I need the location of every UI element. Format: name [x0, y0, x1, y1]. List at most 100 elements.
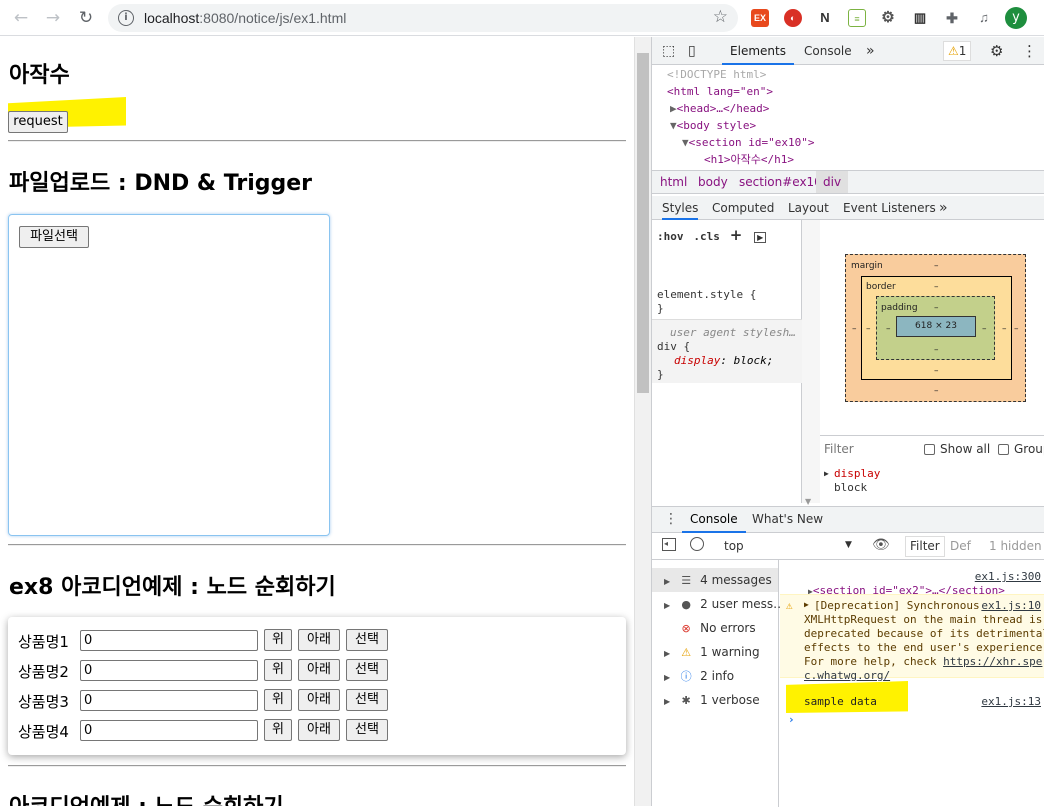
sidebar-item-verbose[interactable]: ▶ ✱ 1 verbose	[664, 690, 760, 710]
product-input[interactable]: 0	[80, 660, 258, 681]
scroll-down-icon[interactable]: ▼	[805, 497, 811, 506]
back-icon[interactable]: ←	[10, 7, 32, 29]
move-up-button[interactable]: 위	[264, 719, 292, 741]
live-expression-eye-icon[interactable]: 👁	[872, 537, 890, 553]
move-down-button[interactable]: 아래	[298, 629, 340, 651]
more-tabs-icon[interactable]: »	[866, 37, 875, 65]
dom-head-node[interactable]: ▶<head>…</head>	[670, 100, 769, 117]
select-button[interactable]: 선택	[346, 719, 388, 741]
group-label: Group	[1014, 442, 1044, 456]
sidebar-item-warnings[interactable]: ▶ ⚠ 1 warning	[664, 642, 760, 662]
tab-elements[interactable]: Elements	[722, 37, 794, 65]
tab-whats-new[interactable]: What's New	[752, 507, 823, 531]
breadcrumb-body[interactable]: body	[698, 171, 728, 193]
breadcrumb-div[interactable]: div	[816, 171, 849, 193]
log-source-link[interactable]: ex1.js:13	[981, 695, 1041, 708]
reload-icon[interactable]: ↻	[75, 7, 97, 29]
collapse-triangle-icon[interactable]: ▼	[670, 119, 677, 132]
xhr-spec-link[interactable]: https://xhr.spe	[943, 655, 1042, 668]
dom-h1-node[interactable]: <h1>아작수</h1>	[704, 151, 794, 168]
request-button[interactable]: request	[8, 111, 68, 133]
extensions-puzzle-icon[interactable]: ✚	[943, 9, 961, 27]
select-button[interactable]: 선택	[346, 629, 388, 651]
select-button[interactable]: 선택	[346, 689, 388, 711]
dom-doctype[interactable]: <!DOCTYPE html>	[667, 66, 766, 83]
styles-scrollbar[interactable]: ▼	[802, 220, 820, 506]
log-levels-dropdown[interactable]: Def	[950, 539, 971, 553]
computed-filter-input[interactable]: Filter	[824, 436, 854, 462]
tab-event-listeners[interactable]: Event Listeners	[843, 196, 936, 220]
show-all-checkbox[interactable]	[924, 444, 935, 455]
forward-icon[interactable]: →	[42, 7, 64, 29]
product-input[interactable]: 0	[80, 630, 258, 651]
hov-toggle[interactable]: :hov	[657, 230, 684, 243]
profile-avatar[interactable]: y	[1005, 7, 1027, 29]
tab-styles[interactable]: Styles	[662, 196, 699, 220]
collapse-triangle-icon[interactable]: ▼	[682, 136, 689, 149]
breadcrumb-html[interactable]: html	[660, 171, 687, 193]
padding-top-value: –	[934, 303, 939, 313]
add-rule-icon[interactable]: +	[730, 226, 743, 244]
sidebar-item-messages[interactable]: ▶ ☰ 4 messages	[664, 570, 772, 590]
product-input[interactable]: 0	[80, 720, 258, 741]
log-sample-data: sample data	[804, 695, 877, 708]
breadcrumb-section[interactable]: section#ex10	[739, 171, 822, 193]
context-selector[interactable]: top	[724, 539, 744, 553]
media-control-icon[interactable]: ♫	[975, 9, 993, 27]
sidebar-item-user-messages[interactable]: ▶ ● 2 user mess…	[664, 594, 785, 614]
cls-toggle[interactable]: .cls	[693, 230, 720, 243]
file-drop-zone[interactable]: 파일선택	[8, 214, 330, 536]
file-select-button[interactable]: 파일선택	[19, 226, 89, 248]
warning-counter[interactable]: ⚠1	[943, 41, 972, 61]
clear-console-icon[interactable]	[690, 537, 704, 551]
sidebar-item-errors[interactable]: ▶⊗No errors	[664, 618, 756, 638]
tab-layout[interactable]: Layout	[788, 196, 829, 220]
device-toolbar-icon[interactable]: ▯	[688, 37, 696, 65]
dom-html-node[interactable]: <html lang="en">	[667, 83, 773, 100]
log-source-link[interactable]: ex1.js:300	[975, 570, 1041, 583]
move-down-button[interactable]: 아래	[298, 719, 340, 741]
sidebar-item-info[interactable]: ▶ ⓘ 2 info	[664, 666, 734, 686]
more-style-tabs-icon[interactable]: »	[939, 196, 948, 220]
extension-gear-icon[interactable]: ⚙	[879, 9, 897, 27]
page-scrollbar[interactable]	[634, 37, 651, 806]
sidebar-toggle-icon[interactable]: ◂	[662, 538, 676, 551]
group-checkbox[interactable]	[998, 444, 1009, 455]
inspect-element-icon[interactable]: ⬚	[662, 37, 675, 65]
tab-console-drawer[interactable]: Console	[682, 507, 746, 533]
extension-red-icon[interactable]: ◐	[784, 9, 802, 27]
dom-body-node[interactable]: ▼<body style>	[670, 117, 756, 134]
extension-barcode-icon[interactable]: ▥	[911, 9, 929, 27]
toggle-sidebar-icon[interactable]: ▶	[754, 232, 767, 243]
move-up-button[interactable]: 위	[264, 659, 292, 681]
context-dropdown-icon[interactable]: ▼	[845, 540, 852, 550]
element-style-rule[interactable]: element.style {	[657, 286, 756, 303]
dom-section-node[interactable]: ▼<section id="ex10">	[682, 134, 814, 151]
move-up-button[interactable]: 위	[264, 689, 292, 711]
expand-triangle-icon[interactable]: ▶	[824, 465, 829, 482]
warning-line: XMLHttpRequest on the main thread is	[804, 613, 1043, 626]
product-input[interactable]: 0	[80, 690, 258, 711]
address-bar[interactable]: i localhost:8080/notice/js/ex1.html ☆	[108, 4, 738, 32]
warning-source-link[interactable]: ex1.js:10	[981, 599, 1041, 612]
console-prompt-icon[interactable]: ›	[788, 713, 795, 726]
select-button[interactable]: 선택	[346, 659, 388, 681]
expand-triangle-icon[interactable]: ▶	[670, 102, 677, 115]
settings-gear-icon[interactable]: ⚙	[990, 37, 1003, 65]
extension-n-icon[interactable]: N	[816, 9, 834, 27]
extension-ex-icon[interactable]: EX	[751, 9, 769, 27]
tab-console[interactable]: Console	[804, 37, 852, 65]
move-down-button[interactable]: 아래	[298, 659, 340, 681]
tab-computed[interactable]: Computed	[712, 196, 774, 220]
console-filter-input[interactable]: Filter	[905, 536, 945, 557]
xhr-spec-link[interactable]: c.whatwg.org/	[804, 669, 1044, 683]
scrollbar-thumb[interactable]	[637, 53, 649, 393]
kebab-menu-icon[interactable]: ⋮	[1022, 37, 1037, 65]
move-up-button[interactable]: 위	[264, 629, 292, 651]
drawer-menu-icon[interactable]: ⋮	[664, 511, 678, 527]
url-text[interactable]: localhost:8080/notice/js/ex1.html	[144, 10, 346, 26]
bookmark-star-icon[interactable]: ☆	[713, 7, 728, 27]
extension-sheet-icon[interactable]: ≡	[848, 9, 866, 27]
move-down-button[interactable]: 아래	[298, 689, 340, 711]
site-info-icon[interactable]: i	[118, 10, 134, 26]
